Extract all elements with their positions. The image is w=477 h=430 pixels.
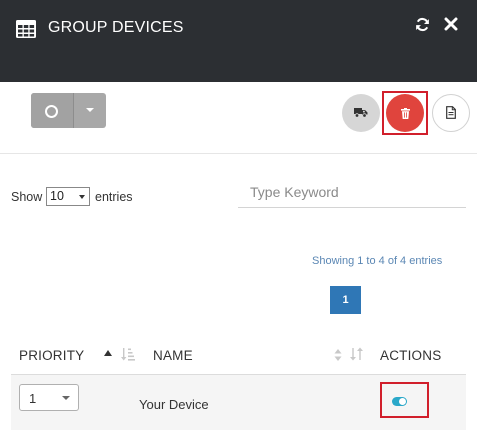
column-header-actions: ACTIONS [380, 348, 442, 363]
priority-select[interactable]: 1 [19, 384, 79, 411]
pagination-info: Showing 1 to 4 of 4 entries [312, 255, 443, 267]
device-name: Your Device [139, 397, 209, 412]
table-grid-icon [16, 20, 36, 38]
toggle-highlight [380, 382, 429, 418]
status-split-button [31, 93, 106, 128]
page-button-1[interactable]: 1 [330, 286, 361, 314]
delete-button-highlight [382, 91, 428, 135]
close-icon[interactable] [444, 17, 458, 31]
modal-header: GROUP DEVICES [0, 0, 477, 82]
sort-amount-icon[interactable] [121, 347, 135, 361]
toolbar-divider [0, 153, 477, 154]
move-device-button[interactable] [342, 94, 380, 132]
circle-icon [45, 105, 58, 118]
chevron-down-icon [86, 108, 94, 112]
sort-both-icon[interactable] [334, 348, 342, 362]
entries-per-page-select[interactable]: 10 [46, 187, 90, 206]
chevron-down-icon [62, 396, 70, 400]
entries-value: 10 [50, 189, 64, 203]
chevron-down-icon [79, 195, 85, 199]
refresh-icon[interactable] [415, 17, 430, 32]
report-button[interactable] [432, 94, 470, 132]
priority-value: 1 [29, 391, 37, 406]
entries-label: entries [95, 190, 133, 204]
sort-ascending-icon[interactable] [104, 350, 112, 356]
modal-title: GROUP DEVICES [48, 19, 184, 36]
show-label: Show [11, 190, 43, 204]
file-icon [446, 106, 456, 119]
search-input[interactable] [238, 177, 466, 208]
truck-icon [354, 108, 368, 118]
column-header-name[interactable]: NAME [153, 348, 193, 363]
status-dropdown-toggle[interactable] [74, 93, 106, 128]
sort-arrows-icon[interactable] [350, 347, 364, 361]
status-button[interactable] [31, 93, 73, 128]
column-header-priority[interactable]: PRIORITY [19, 348, 84, 363]
